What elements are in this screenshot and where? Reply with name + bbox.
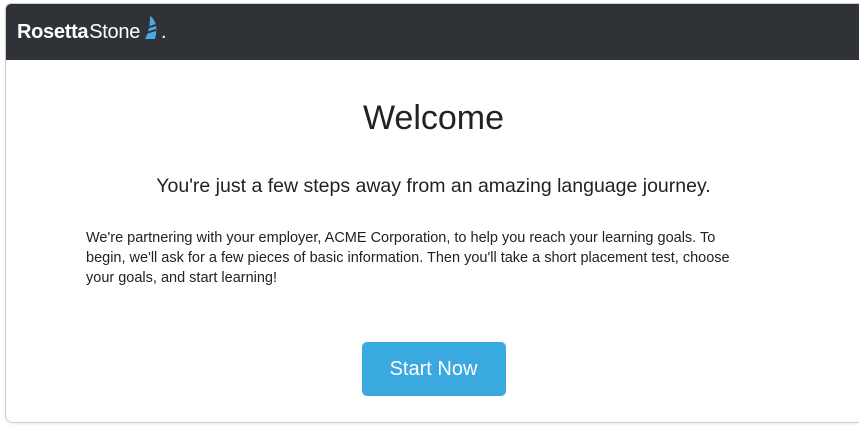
logo-text-rosetta: Rosetta (17, 21, 89, 43)
start-now-button[interactable]: Start Now (361, 342, 506, 396)
app-window: Rosetta Stone . Welcome You're just a fe… (5, 3, 859, 423)
logo-text-stone: Stone (89, 21, 141, 43)
welcome-content: Welcome You're just a few steps away fro… (6, 60, 859, 396)
rosetta-stone-sail-icon (145, 16, 157, 39)
logo-dot: . (161, 21, 167, 43)
rosetta-stone-logo[interactable]: Rosetta Stone . (17, 16, 167, 43)
page-title: Welcome (362, 99, 505, 137)
top-header-bar: Rosetta Stone . (6, 4, 859, 60)
welcome-subtitle: You're just a few steps away from an ama… (156, 175, 711, 197)
welcome-description: We're partnering with your employer, ACM… (86, 230, 730, 286)
